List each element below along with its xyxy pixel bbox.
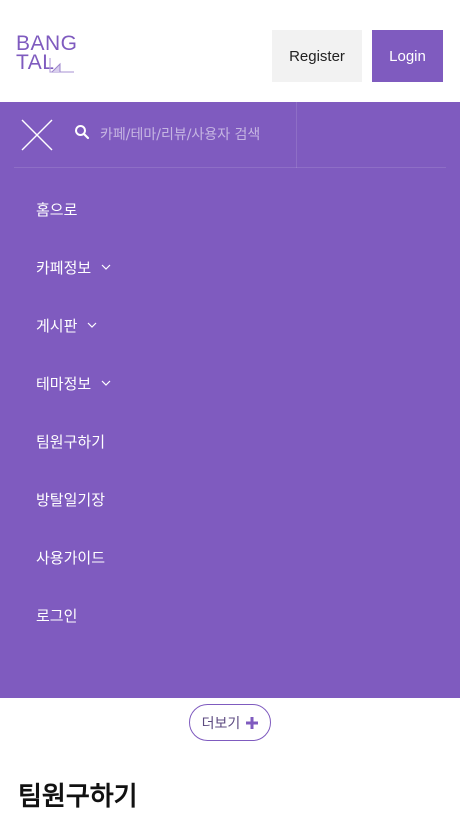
search-input[interactable] (100, 120, 290, 150)
section-title: 팀원구하기 (18, 782, 138, 812)
login-button[interactable]: Login (372, 30, 443, 82)
register-button[interactable]: Register (272, 30, 362, 82)
logo-door-icon (49, 58, 74, 73)
chevron-down-icon (101, 380, 111, 386)
chevron-down-icon (101, 264, 111, 270)
menu-item-label: 팀원구하기 (36, 432, 106, 451)
search-divider (296, 102, 297, 168)
menu-item-login[interactable]: 로그인 (36, 604, 77, 626)
plus-icon (246, 716, 259, 729)
menu-item-escape-diary[interactable]: 방탈일기장 (36, 488, 105, 510)
bangtal-logo[interactable]: BANG TAL (16, 33, 80, 73)
more-button[interactable]: 더보기 (189, 704, 271, 741)
menu-item-cafe-info[interactable]: 카페정보 (36, 256, 111, 278)
menu-item-label: 홈으로 (36, 200, 78, 219)
more-button-label: 더보기 (201, 715, 241, 732)
chevron-down-icon (87, 322, 97, 328)
menu-item-label: 방탈일기장 (36, 490, 106, 509)
mobile-menu-panel: 홈으로 카페정보 게시판 테마정보 팀원구하기 방탈일기장 사용가이드 (0, 102, 460, 698)
menu-item-home[interactable]: 홈으로 (36, 198, 77, 220)
site-header: BANG TAL Register Login (0, 0, 460, 102)
menu-search-bar (14, 102, 446, 168)
menu-item-board[interactable]: 게시판 (36, 314, 97, 336)
close-icon (21, 119, 53, 151)
menu-item-label: 사용가이드 (36, 548, 106, 567)
menu-item-theme-info[interactable]: 테마정보 (36, 372, 111, 394)
menu-item-label: 게시판 (36, 316, 78, 335)
menu-item-label: 카페정보 (36, 258, 92, 277)
menu-item-label: 테마정보 (36, 374, 92, 393)
menu-item-user-guide[interactable]: 사용가이드 (36, 546, 105, 568)
menu-item-label: 로그인 (36, 606, 78, 625)
menu-item-find-team[interactable]: 팀원구하기 (36, 430, 105, 452)
search-icon[interactable] (74, 124, 90, 140)
close-menu-button[interactable] (20, 118, 54, 152)
